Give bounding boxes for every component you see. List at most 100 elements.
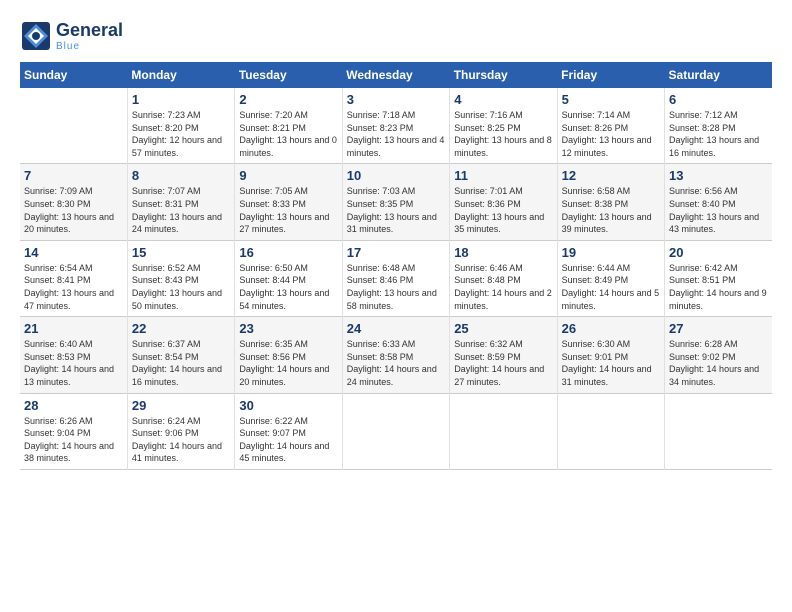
day-info: Sunrise: 6:48 AMSunset: 8:46 PMDaylight:… xyxy=(347,262,445,312)
day-number: 14 xyxy=(24,245,123,260)
day-info: Sunrise: 6:35 AMSunset: 8:56 PMDaylight:… xyxy=(239,338,337,388)
calendar-week-row: 14 Sunrise: 6:54 AMSunset: 8:41 PMDayligh… xyxy=(20,240,772,316)
calendar-cell: 28 Sunrise: 6:26 AMSunset: 9:04 PMDayligh… xyxy=(20,393,127,469)
day-number: 11 xyxy=(454,168,552,183)
day-number: 1 xyxy=(132,92,230,107)
day-number: 20 xyxy=(669,245,768,260)
calendar-cell xyxy=(557,393,664,469)
calendar-cell: 8Sunrise: 7:07 AMSunset: 8:31 PMDaylight… xyxy=(127,164,234,240)
calendar-table: SundayMondayTuesdayWednesdayThursdayFrid… xyxy=(20,62,772,470)
calendar-cell: 9 Sunrise: 7:05 AMSunset: 8:33 PMDaylight… xyxy=(235,164,342,240)
calendar-week-row: 1 Sunrise: 7:23 AMSunset: 8:20 PMDaylight… xyxy=(20,88,772,164)
calendar-cell: 11 Sunrise: 7:01 AMSunset: 8:36 PMDayligh… xyxy=(450,164,557,240)
calendar-cell: 23 Sunrise: 6:35 AMSunset: 8:56 PMDayligh… xyxy=(235,317,342,393)
day-number: 30 xyxy=(239,398,337,413)
day-number: 13 xyxy=(669,168,768,183)
calendar-header-row: SundayMondayTuesdayWednesdayThursdayFrid… xyxy=(20,62,772,88)
header-sunday: Sunday xyxy=(20,62,127,88)
calendar-week-row: 28 Sunrise: 6:26 AMSunset: 9:04 PMDayligh… xyxy=(20,393,772,469)
calendar-cell: 22Sunrise: 6:37 AMSunset: 8:54 PMDayligh… xyxy=(127,317,234,393)
day-info: Sunrise: 6:30 AMSunset: 9:01 PMDaylight:… xyxy=(562,338,660,388)
day-number: 29 xyxy=(132,398,230,413)
day-info: Sunrise: 6:52 AMSunset: 8:43 PMDaylight:… xyxy=(132,262,230,312)
day-info: Sunrise: 7:03 AMSunset: 8:35 PMDaylight:… xyxy=(347,185,445,235)
day-info: Sunrise: 6:26 AMSunset: 9:04 PMDaylight:… xyxy=(24,415,123,465)
calendar-cell: 14 Sunrise: 6:54 AMSunset: 8:41 PMDayligh… xyxy=(20,240,127,316)
logo-tagline: Blue xyxy=(56,41,123,52)
day-number: 19 xyxy=(562,245,660,260)
day-number: 9 xyxy=(239,168,337,183)
day-number: 28 xyxy=(24,398,123,413)
calendar-cell: 29 Sunrise: 6:24 AMSunset: 9:06 PMDayligh… xyxy=(127,393,234,469)
day-info: Sunrise: 6:33 AMSunset: 8:58 PMDaylight:… xyxy=(347,338,445,388)
calendar-cell xyxy=(665,393,772,469)
logo-text: General xyxy=(56,20,123,41)
day-info: Sunrise: 6:58 AMSunset: 8:38 PMDaylight:… xyxy=(562,185,660,235)
day-info: Sunrise: 7:23 AMSunset: 8:20 PMDaylight:… xyxy=(132,109,230,159)
calendar-cell: 18 Sunrise: 6:46 AMSunset: 8:48 PMDayligh… xyxy=(450,240,557,316)
day-number: 17 xyxy=(347,245,445,260)
calendar-cell: 25Sunrise: 6:32 AMSunset: 8:59 PMDayligh… xyxy=(450,317,557,393)
day-number: 4 xyxy=(454,92,552,107)
day-info: Sunrise: 7:14 AMSunset: 8:26 PMDaylight:… xyxy=(562,109,660,159)
calendar-week-row: 21Sunrise: 6:40 AMSunset: 8:53 PMDayligh… xyxy=(20,317,772,393)
day-number: 7 xyxy=(24,168,123,183)
day-number: 23 xyxy=(239,321,337,336)
day-number: 22 xyxy=(132,321,230,336)
calendar-cell: 30 Sunrise: 6:22 AMSunset: 9:07 PMDayligh… xyxy=(235,393,342,469)
day-info: Sunrise: 6:24 AMSunset: 9:06 PMDaylight:… xyxy=(132,415,230,465)
calendar-cell: 2 Sunrise: 7:20 AMSunset: 8:21 PMDaylight… xyxy=(235,88,342,164)
day-number: 24 xyxy=(347,321,445,336)
day-number: 21 xyxy=(24,321,123,336)
calendar-cell: 5 Sunrise: 7:14 AMSunset: 8:26 PMDaylight… xyxy=(557,88,664,164)
day-info: Sunrise: 6:46 AMSunset: 8:48 PMDaylight:… xyxy=(454,262,552,312)
calendar-cell: 4 Sunrise: 7:16 AMSunset: 8:25 PMDaylight… xyxy=(450,88,557,164)
calendar-cell: 19 Sunrise: 6:44 AMSunset: 8:49 PMDayligh… xyxy=(557,240,664,316)
day-number: 25 xyxy=(454,321,552,336)
logo-icon xyxy=(20,20,52,52)
calendar-cell: 7 Sunrise: 7:09 AMSunset: 8:30 PMDaylight… xyxy=(20,164,127,240)
calendar-cell: 26 Sunrise: 6:30 AMSunset: 9:01 PMDayligh… xyxy=(557,317,664,393)
day-info: Sunrise: 6:44 AMSunset: 8:49 PMDaylight:… xyxy=(562,262,660,312)
day-info: Sunrise: 6:42 AMSunset: 8:51 PMDaylight:… xyxy=(669,262,768,312)
day-number: 12 xyxy=(562,168,660,183)
calendar-cell: 10Sunrise: 7:03 AMSunset: 8:35 PMDayligh… xyxy=(342,164,449,240)
calendar-cell: 16 Sunrise: 6:50 AMSunset: 8:44 PMDayligh… xyxy=(235,240,342,316)
calendar-cell: 24 Sunrise: 6:33 AMSunset: 8:58 PMDayligh… xyxy=(342,317,449,393)
day-number: 5 xyxy=(562,92,660,107)
day-info: Sunrise: 6:56 AMSunset: 8:40 PMDaylight:… xyxy=(669,185,768,235)
calendar-cell: 12 Sunrise: 6:58 AMSunset: 8:38 PMDayligh… xyxy=(557,164,664,240)
day-number: 6 xyxy=(669,92,768,107)
day-info: Sunrise: 6:54 AMSunset: 8:41 PMDaylight:… xyxy=(24,262,123,312)
day-info: Sunrise: 7:12 AMSunset: 8:28 PMDaylight:… xyxy=(669,109,768,159)
header-friday: Friday xyxy=(557,62,664,88)
header-monday: Monday xyxy=(127,62,234,88)
day-info: Sunrise: 6:28 AMSunset: 9:02 PMDaylight:… xyxy=(669,338,768,388)
calendar-cell: 20 Sunrise: 6:42 AMSunset: 8:51 PMDayligh… xyxy=(665,240,772,316)
header-saturday: Saturday xyxy=(665,62,772,88)
calendar-cell: 6 Sunrise: 7:12 AMSunset: 8:28 PMDaylight… xyxy=(665,88,772,164)
day-number: 26 xyxy=(562,321,660,336)
day-info: Sunrise: 6:50 AMSunset: 8:44 PMDaylight:… xyxy=(239,262,337,312)
page-header: General Blue xyxy=(20,20,772,52)
calendar-cell: 21Sunrise: 6:40 AMSunset: 8:53 PMDayligh… xyxy=(20,317,127,393)
day-info: Sunrise: 7:16 AMSunset: 8:25 PMDaylight:… xyxy=(454,109,552,159)
calendar-cell: 15 Sunrise: 6:52 AMSunset: 8:43 PMDayligh… xyxy=(127,240,234,316)
day-number: 18 xyxy=(454,245,552,260)
day-info: Sunrise: 7:09 AMSunset: 8:30 PMDaylight:… xyxy=(24,185,123,235)
day-info: Sunrise: 7:05 AMSunset: 8:33 PMDaylight:… xyxy=(239,185,337,235)
day-info: Sunrise: 6:22 AMSunset: 9:07 PMDaylight:… xyxy=(239,415,337,465)
calendar-cell xyxy=(20,88,127,164)
logo: General Blue xyxy=(20,20,123,52)
day-number: 8 xyxy=(132,168,230,183)
day-info: Sunrise: 7:20 AMSunset: 8:21 PMDaylight:… xyxy=(239,109,337,159)
calendar-cell: 17 Sunrise: 6:48 AMSunset: 8:46 PMDayligh… xyxy=(342,240,449,316)
header-thursday: Thursday xyxy=(450,62,557,88)
day-number: 16 xyxy=(239,245,337,260)
day-info: Sunrise: 7:18 AMSunset: 8:23 PMDaylight:… xyxy=(347,109,445,159)
calendar-week-row: 7 Sunrise: 7:09 AMSunset: 8:30 PMDaylight… xyxy=(20,164,772,240)
calendar-cell: 3Sunrise: 7:18 AMSunset: 8:23 PMDaylight… xyxy=(342,88,449,164)
day-info: Sunrise: 7:01 AMSunset: 8:36 PMDaylight:… xyxy=(454,185,552,235)
day-number: 15 xyxy=(132,245,230,260)
day-number: 2 xyxy=(239,92,337,107)
